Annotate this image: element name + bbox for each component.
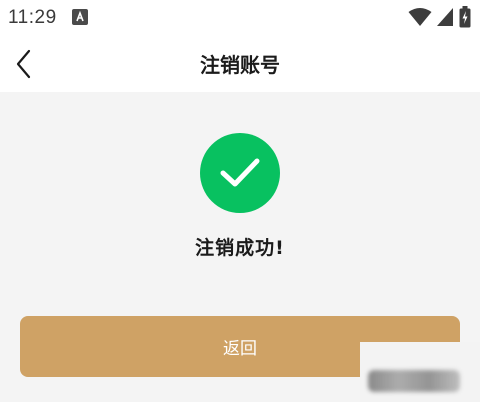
cellular-signal-icon — [436, 7, 454, 31]
status-time: 11:29 — [8, 7, 57, 28]
status-bar: 11:29 — [0, 0, 480, 36]
success-message: 注销成功! — [195, 237, 285, 259]
wifi-icon — [408, 7, 432, 31]
check-circle-icon — [200, 133, 280, 213]
accessibility-a-icon — [72, 9, 88, 25]
battery-charging-icon — [459, 6, 471, 32]
blurred-content — [368, 370, 460, 392]
page-title: 注销账号 — [200, 53, 280, 77]
nav-bar: 注销账号 — [0, 36, 480, 92]
corner-overlay — [360, 342, 480, 402]
checkmark-icon — [220, 158, 260, 187]
